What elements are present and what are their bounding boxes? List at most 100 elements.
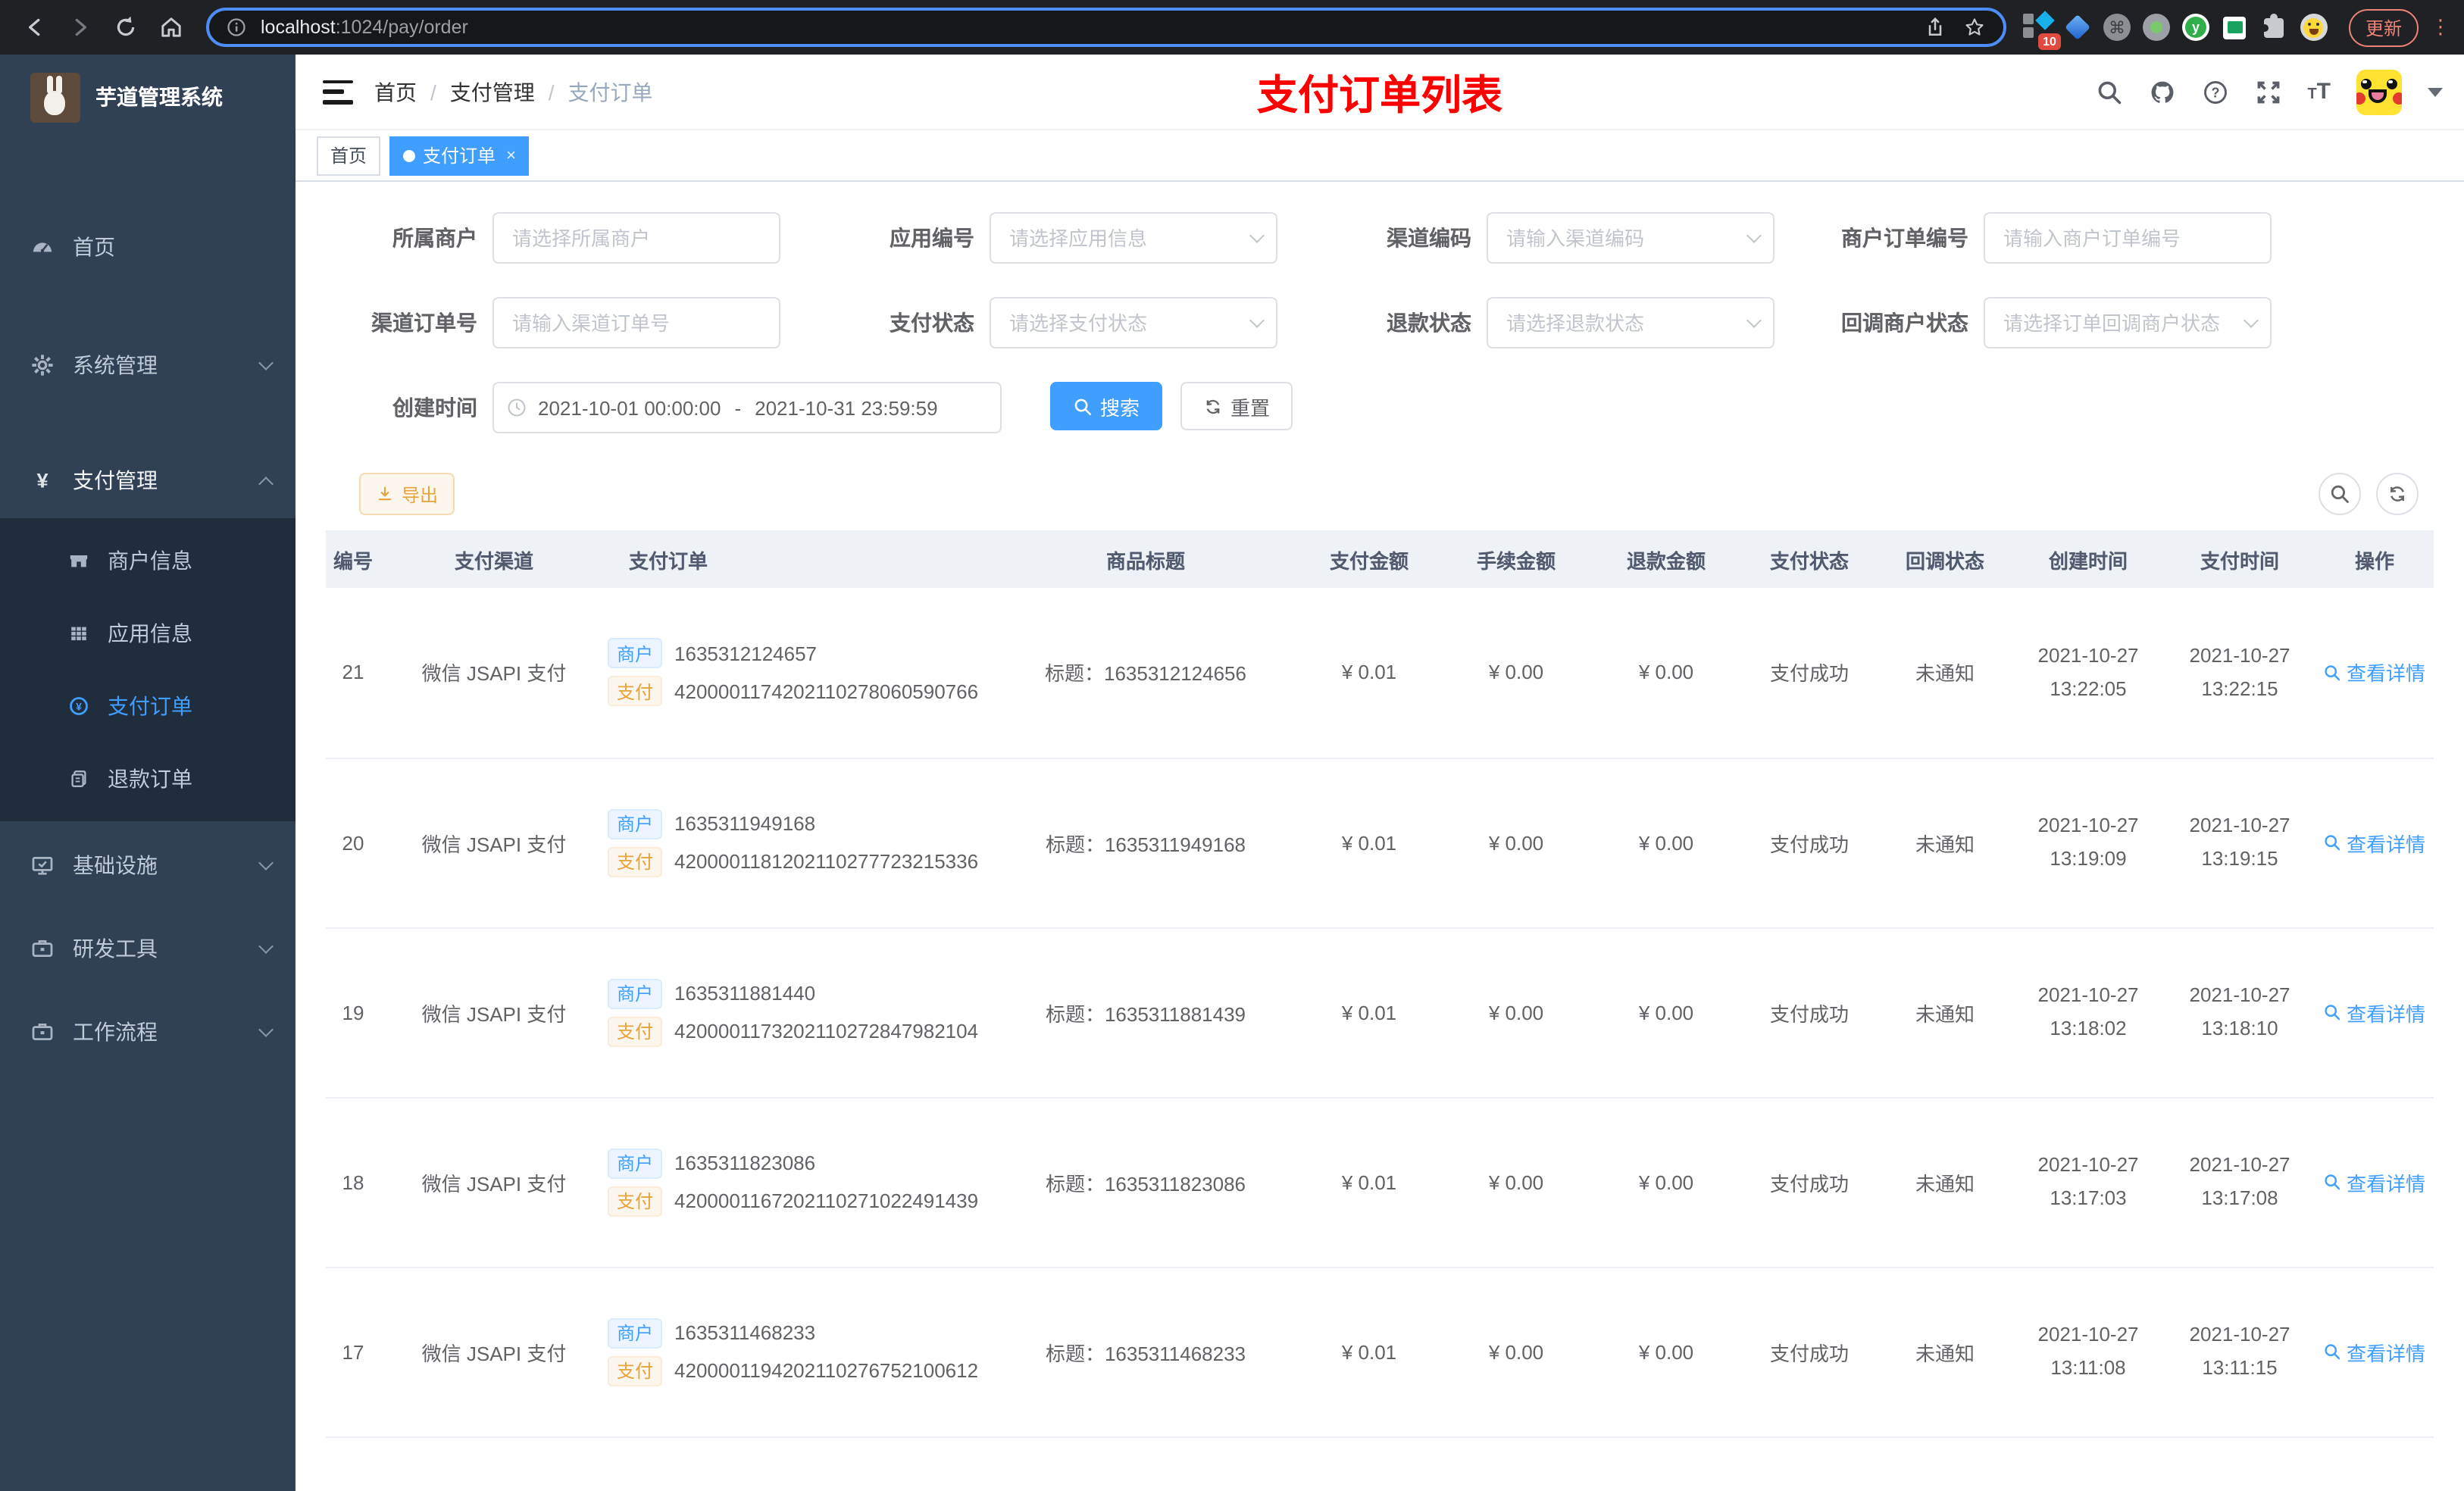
search-icon[interactable] <box>2095 78 2122 105</box>
show-search-toggle-button[interactable] <box>2319 473 2361 515</box>
browser-back-icon[interactable] <box>15 8 55 47</box>
merchant-tag: 商户 <box>608 638 663 669</box>
merchant-input[interactable] <box>492 212 780 264</box>
user-avatar[interactable] <box>2356 69 2402 114</box>
extension-emoji-icon[interactable] <box>2297 11 2331 44</box>
chrome-update-button[interactable]: 更新 <box>2348 8 2419 46</box>
page-title: 支付订单列表 <box>1257 73 1502 118</box>
app-select[interactable] <box>990 212 1277 264</box>
sidebar-item-home[interactable]: 首页 <box>0 209 295 285</box>
document-icon <box>67 767 89 790</box>
breadcrumb-payment[interactable]: 支付管理 <box>450 77 535 107</box>
chevron-down-icon <box>258 855 274 871</box>
font-size-icon[interactable]: TT <box>2307 79 2331 105</box>
extension-recorder-icon[interactable] <box>2140 11 2173 44</box>
merchant-order-no-input[interactable] <box>1984 212 2272 264</box>
browser-home-icon[interactable] <box>152 8 191 47</box>
created-time: 13:19:09 <box>2050 847 2127 870</box>
sidebar-item-merchant-info[interactable]: 商户信息 <box>0 524 295 597</box>
created-date: 2021-10-27 <box>2037 814 2139 836</box>
sidebar-item-app-info[interactable]: 应用信息 <box>0 597 295 670</box>
sidebar-item-pay-order[interactable]: 支付订单 <box>0 670 295 742</box>
pay-status-select[interactable] <box>990 297 1277 349</box>
logo-image <box>30 72 80 122</box>
view-detail-link[interactable]: 查看详情 <box>2324 828 2425 857</box>
yen-icon <box>30 468 55 492</box>
extension-y-icon[interactable]: y <box>2179 11 2212 44</box>
extension-chat-icon[interactable] <box>2219 11 2252 44</box>
browser-reload-icon[interactable] <box>106 8 145 47</box>
bookmark-star-icon[interactable] <box>1961 8 1988 47</box>
table-row: 18 微信 JSAPI 支付 商户 1635311823086 支付 42000… <box>326 1097 2434 1268</box>
refund-amount: ¥ 0.00 <box>1638 831 1694 854</box>
goods-title: 标题：1635312124656 <box>1045 662 1246 686</box>
date-end: 2021-10-31 23:59:59 <box>755 396 938 419</box>
refresh-table-button[interactable] <box>2376 473 2419 515</box>
tag-home[interactable]: 首页 <box>317 136 381 175</box>
payment-submenu: 商户信息 应用信息 支付订单 退款订单 <box>0 518 295 821</box>
sidebar-item-dev-tools[interactable]: 研发工具 <box>0 911 295 986</box>
view-detail-link[interactable]: 查看详情 <box>2324 658 2425 687</box>
order-id: 21 <box>342 661 364 684</box>
channel-order-no-input[interactable] <box>492 297 780 349</box>
channel-code-select[interactable] <box>1487 212 1775 264</box>
view-detail-link[interactable]: 查看详情 <box>2324 1337 2425 1366</box>
chevron-up-icon <box>258 476 274 491</box>
chevron-down-icon <box>258 939 274 954</box>
pay-channel: 微信 JSAPI 支付 <box>421 662 567 686</box>
channel-order-no: 4200001181202110277723215336 <box>674 850 979 873</box>
extension-tab-manager-icon[interactable]: 10 <box>2022 11 2061 50</box>
col-actions: 操作 <box>2315 530 2434 588</box>
sidebar-item-infra[interactable]: 基础设施 <box>0 827 295 903</box>
sidebar-item-refund-order[interactable]: 退款订单 <box>0 742 295 815</box>
fee-amount: ¥ 0.00 <box>1488 1171 1544 1193</box>
browser-menu-icon[interactable]: ⋮ <box>2431 15 2450 39</box>
sidebar-toggle-icon[interactable] <box>323 80 353 104</box>
close-icon[interactable]: × <box>506 146 516 164</box>
refund-status-select[interactable] <box>1487 297 1775 349</box>
created-date: 2021-10-27 <box>2037 1153 2139 1176</box>
briefcase-icon <box>30 1020 55 1044</box>
tag-pay-order[interactable]: 支付订单 × <box>389 136 530 175</box>
avatar-caret-icon[interactable] <box>2428 87 2443 96</box>
paid-date: 2021-10-27 <box>2189 814 2290 836</box>
date-range-picker[interactable]: 2021-10-01 00:00:00 - 2021-10-31 23:59:5… <box>492 382 1002 433</box>
pay-status: 支付成功 <box>1769 1172 1849 1195</box>
share-icon[interactable] <box>1921 8 1949 47</box>
search-button[interactable]: 搜索 <box>1050 382 1163 430</box>
chevron-down-icon <box>258 355 274 370</box>
view-detail-link[interactable]: 查看详情 <box>2324 998 2425 1027</box>
site-info-icon[interactable] <box>224 8 249 47</box>
extension-command-icon[interactable]: ⌘ <box>2100 11 2134 44</box>
merchant-tag: 商户 <box>608 808 663 839</box>
merchant-tag: 商户 <box>608 1148 663 1178</box>
sidebar-item-system[interactable]: 系统管理 <box>0 327 295 403</box>
address-bar[interactable]: localhost:1024/pay/order <box>206 8 2006 47</box>
pay-amount: ¥ 0.01 <box>1341 1171 1397 1193</box>
tags-view: 首页 支付订单 × <box>295 130 2464 182</box>
extension-puzzle-icon[interactable] <box>2258 11 2291 44</box>
channel-order-no: 4200001174202110278060590766 <box>674 680 979 703</box>
sidebar-item-workflow[interactable]: 工作流程 <box>0 994 295 1070</box>
reset-button[interactable]: 重置 <box>1180 382 1293 430</box>
export-button[interactable]: 导出 <box>359 473 455 515</box>
extension-kite-icon[interactable] <box>2061 11 2094 44</box>
col-paid: 支付时间 <box>2164 530 2315 588</box>
filter-refund-status: 退款状态 <box>1320 297 1787 349</box>
sidebar-item-payment[interactable]: 支付管理 <box>0 442 295 518</box>
breadcrumb-home[interactable]: 首页 <box>374 77 417 107</box>
fullscreen-icon[interactable] <box>2254 78 2281 105</box>
help-icon[interactable] <box>2201 78 2228 105</box>
chevron-down-icon <box>258 1022 274 1037</box>
browser-forward-icon[interactable] <box>61 8 100 47</box>
paid-date: 2021-10-27 <box>2189 1153 2290 1176</box>
toolbox-icon <box>30 936 55 961</box>
table-row: 19 微信 JSAPI 支付 商户 1635311881440 支付 42000… <box>326 927 2434 1098</box>
merchant-order-no: 1635311949168 <box>674 812 816 835</box>
github-icon[interactable] <box>2148 78 2175 105</box>
col-amount: 支付金额 <box>1297 530 1441 588</box>
created-time: 13:22:05 <box>2050 677 2127 700</box>
dashboard-icon <box>30 235 55 259</box>
notify-status-select[interactable] <box>1984 297 2272 349</box>
view-detail-link[interactable]: 查看详情 <box>2324 1167 2425 1196</box>
